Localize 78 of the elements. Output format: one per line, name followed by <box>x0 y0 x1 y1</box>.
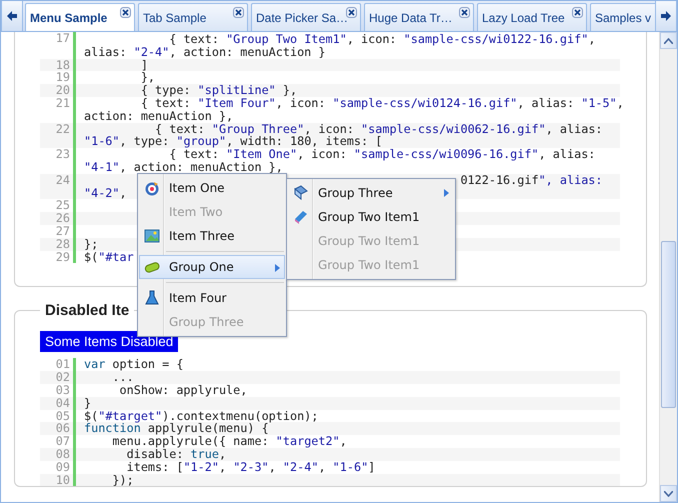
tab[interactable]: Tab Sample <box>138 3 248 31</box>
scroll-right-button[interactable] <box>655 1 677 31</box>
tab[interactable]: Huge Data Tr… <box>364 3 474 31</box>
line-number: 22 <box>54 122 71 138</box>
flask-icon <box>144 290 160 306</box>
menu-item[interactable]: Item One <box>140 176 284 200</box>
line-number: 23 <box>54 148 71 164</box>
picture-frame-icon <box>144 228 160 244</box>
line-number: 10 <box>54 474 71 486</box>
code-text: { text: "Group Two Item1", icon: "sample-css/wi0122-16.gif", <box>169 33 596 46</box>
line-number: 05 <box>54 410 71 422</box>
code-text: { type: "splitLine" }, <box>140 84 298 97</box>
tab[interactable]: Menu Sample <box>25 3 135 31</box>
line-number: 09 <box>54 460 71 474</box>
tab[interactable]: Lazy Load Tree <box>477 3 587 31</box>
close-icon[interactable] <box>120 7 131 18</box>
submenu-arrow-icon <box>444 189 449 197</box>
code-text: $("#tar <box>84 250 134 264</box>
line-number: 24 <box>54 174 71 189</box>
close-icon[interactable] <box>459 7 470 18</box>
code-text: 0122-16.gif", alias: <box>460 174 602 187</box>
close-icon[interactable] <box>572 7 583 18</box>
line-number: 08 <box>54 448 71 461</box>
code-text: items: ["1-2", "2-3", "2-4", "1-6"] <box>126 460 376 474</box>
menu-item[interactable]: Item Three <box>140 224 284 248</box>
line-number: 02 <box>54 371 71 384</box>
line-number: 03 <box>54 384 71 397</box>
target-icon <box>144 180 160 196</box>
tab[interactable]: Date Picker Sa… <box>251 3 361 31</box>
line-number: 04 <box>54 396 71 410</box>
line-number: 07 <box>54 435 71 448</box>
code-text: }, <box>140 71 156 84</box>
code-text: disable: true, <box>126 448 226 461</box>
line-number: 29 <box>54 250 71 264</box>
line-number: 18 <box>54 58 71 72</box>
menu-item[interactable]: Item Four <box>140 286 284 310</box>
code-text: onShow: applyrule, <box>120 384 248 397</box>
code-text: { text: "Group Three", icon: "sample-css/wi0062-16.gif", alias: <box>155 122 603 136</box>
code-text: alias: "2-4", action: menuAction } <box>84 46 326 59</box>
books-icon <box>293 185 309 201</box>
code-text: menu.applyrule({ name: "target2", <box>112 435 347 448</box>
code-text: ... <box>112 371 134 384</box>
line-number: 20 <box>54 84 71 97</box>
line-number: 17 <box>54 32 71 47</box>
line-number: 26 <box>54 212 71 225</box>
line-number: 25 <box>54 199 71 212</box>
line-number: 21 <box>54 96 71 112</box>
code-text: }); <box>112 474 134 486</box>
close-icon[interactable] <box>233 7 244 18</box>
line-number: 27 <box>54 224 71 238</box>
demo-button[interactable]: Some Items Disabled <box>40 331 178 352</box>
menu-item[interactable]: Group Two Item1 <box>289 205 453 229</box>
code-text: ] <box>140 58 148 72</box>
code-text: var option = { <box>84 358 184 372</box>
book-icon <box>293 209 309 225</box>
code-text: "4-1", action: menuAction }, <box>84 160 283 174</box>
code-text: } <box>84 396 92 410</box>
tab[interactable]: Samples v <box>590 3 655 31</box>
code-text: "1-6", type: "group", width: 180, items: [ <box>84 135 382 148</box>
line-number: 01 <box>54 358 71 372</box>
line-number: 06 <box>54 422 71 436</box>
line-number: 28 <box>54 238 71 251</box>
scrollbar[interactable] <box>659 32 677 502</box>
menu-item[interactable]: Group Three <box>289 181 453 205</box>
submenu-arrow-icon <box>275 264 280 272</box>
code-text: }; <box>84 238 98 251</box>
code-text: $("#target").contextmenu(option); <box>84 410 318 422</box>
left-arrow-icon <box>7 11 17 21</box>
code-text: action: menuAction }, <box>84 110 234 123</box>
line-number: 19 <box>54 71 71 84</box>
right-arrow-icon <box>661 11 671 21</box>
scroll-left-button[interactable] <box>1 1 23 31</box>
code-text: { text: "Item One", icon: "sample-css/wi0096-16.gif", alias: <box>169 148 596 161</box>
code-text: function applyrule(menu) { <box>84 422 269 436</box>
menu-item[interactable]: Group One <box>139 255 285 279</box>
code-text: "4-2", <box>84 186 127 200</box>
code-text: { text: "Item Four", icon: "sample-css/wi0124-16.gif", alias: "1-5", <box>140 96 624 110</box>
close-icon[interactable] <box>346 7 357 18</box>
